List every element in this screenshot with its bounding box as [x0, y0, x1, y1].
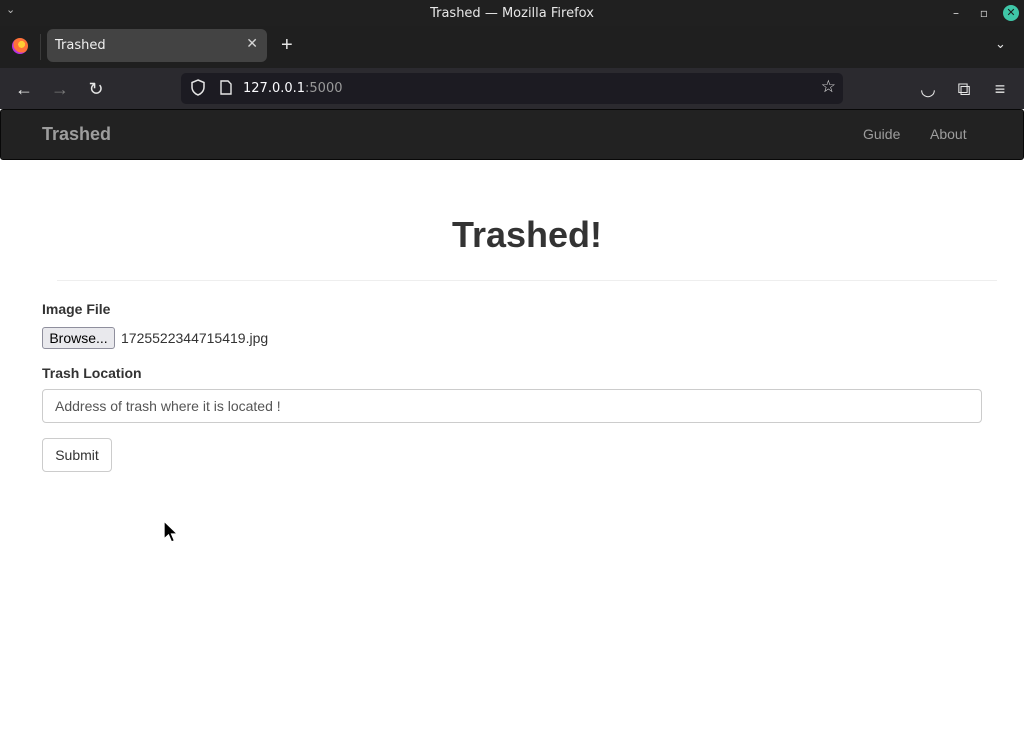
tab-close-icon[interactable]: ✕ — [246, 36, 258, 52]
navigation-toolbar: ← → ↻ 127.0.0.1:5000 ☆ ◡ ⧉ ≡ — [0, 68, 1024, 109]
tab-separator — [40, 34, 41, 60]
pocket-icon[interactable]: ◡ — [916, 77, 940, 101]
window-titlebar: ⌄ Trashed — Mozilla Firefox – ▫ ✕ — [0, 0, 1024, 26]
reload-icon[interactable]: ↻ — [84, 77, 108, 101]
trash-location-input[interactable] — [42, 389, 982, 423]
tab-bar: Trashed ✕ + ⌄ — [0, 26, 1024, 68]
divider — [57, 280, 997, 281]
submit-button[interactable]: Submit — [42, 438, 112, 472]
url-port: :5000 — [305, 81, 343, 96]
trash-location-label: Trash Location — [42, 365, 142, 381]
page-title: Trashed! — [451, 214, 603, 255]
shield-icon[interactable] — [191, 79, 205, 96]
nav-link-about[interactable]: About — [930, 126, 967, 142]
hamburger-menu-icon[interactable]: ≡ — [988, 77, 1012, 101]
extensions-icon[interactable]: ⧉ — [952, 77, 976, 101]
selected-file-name: 1725522344715419.jpg — [121, 330, 269, 346]
site-navbar: Trashed Guide About — [0, 109, 1024, 160]
new-tab-icon[interactable]: + — [281, 35, 293, 55]
mouse-cursor-icon — [163, 520, 180, 543]
maximize-icon[interactable]: ▫ — [975, 4, 993, 22]
tab-label: Trashed — [55, 38, 106, 53]
window-title: Trashed — Mozilla Firefox — [430, 6, 594, 21]
close-window-icon[interactable]: ✕ — [1003, 5, 1019, 21]
tab-trashed[interactable]: Trashed ✕ — [47, 29, 267, 62]
forward-icon[interactable]: → — [48, 77, 72, 101]
page-info-icon[interactable] — [220, 80, 232, 95]
back-icon[interactable]: ← — [12, 77, 36, 101]
firefox-logo-icon — [12, 38, 28, 54]
browse-button[interactable]: Browse... — [42, 327, 115, 349]
minimize-icon[interactable]: – — [947, 4, 965, 22]
url-text: 127.0.0.1:5000 — [243, 81, 343, 96]
image-file-label: Image File — [42, 301, 111, 317]
nav-link-guide[interactable]: Guide — [863, 126, 900, 142]
tab-list-icon[interactable]: ⌄ — [995, 36, 1006, 52]
url-bar[interactable]: 127.0.0.1:5000 ☆ — [181, 73, 843, 104]
brand-link[interactable]: Trashed — [42, 124, 111, 145]
url-host: 127.0.0.1 — [243, 81, 306, 96]
bookmark-star-icon[interactable]: ☆ — [821, 77, 836, 97]
